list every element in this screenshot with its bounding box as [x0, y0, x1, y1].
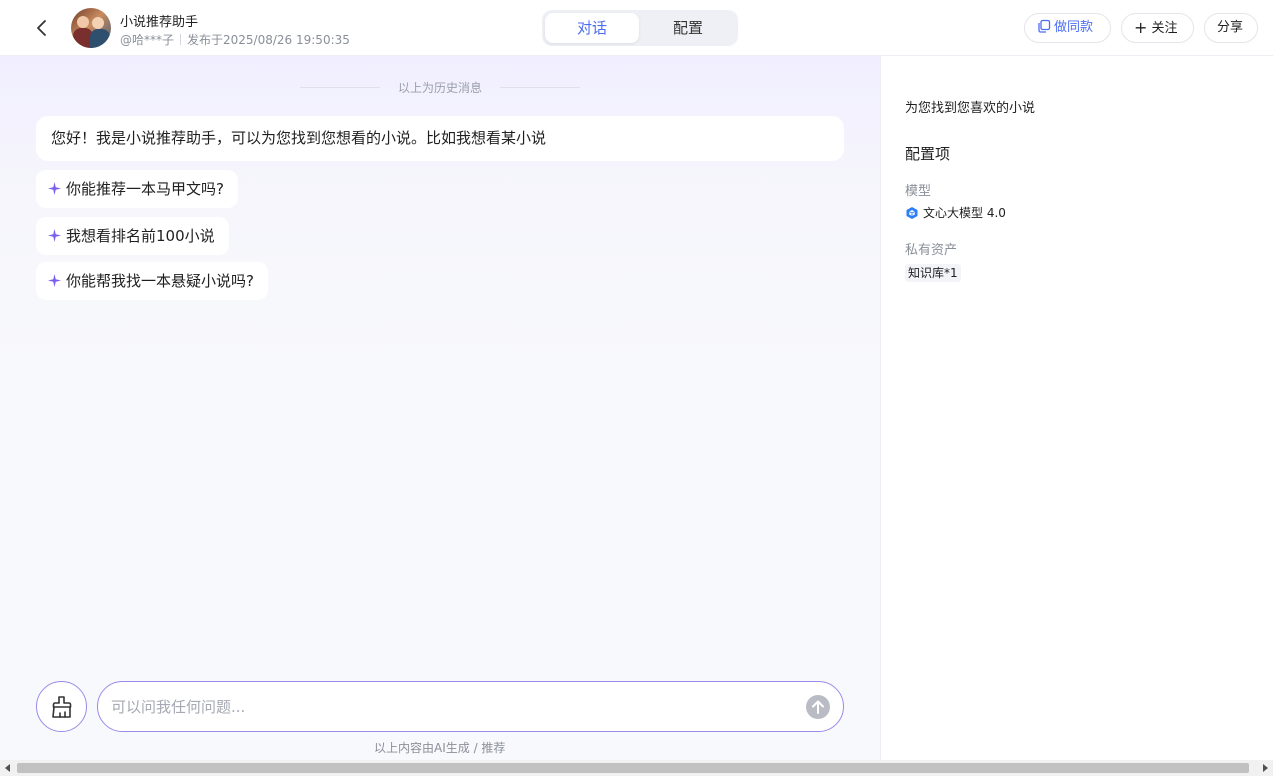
make-same-label: 做同款 — [1054, 20, 1094, 35]
model-value: 文心大模型 4.0 — [905, 204, 1006, 221]
history-divider-label: 以上为历史消息 — [398, 81, 483, 95]
mode-switch: 对话 配置 — [542, 10, 738, 46]
author-handle: @哈***子 — [120, 33, 175, 47]
bot-meta: @哈***子 发布于2025/08/26 19:50:35 — [120, 31, 350, 48]
suggestion-chip[interactable]: 你能帮我找一本悬疑小说吗? — [36, 262, 268, 300]
knowledge-base-tag[interactable]: 知识库*1 — [905, 264, 961, 282]
copy-icon — [1037, 16, 1051, 33]
back-arrow-icon[interactable] — [30, 16, 54, 40]
bot-avatar — [71, 8, 111, 48]
assets-label: 私有资产 — [905, 243, 958, 258]
scroll-right-arrow-icon[interactable] — [1263, 764, 1268, 772]
suggestion-chip[interactable]: 我想看排名前100小说 — [36, 217, 229, 255]
suggestion-text: 你能帮我找一本悬疑小说吗? — [66, 272, 254, 290]
tab-config[interactable]: 配置 — [641, 13, 735, 43]
message-input[interactable] — [111, 682, 801, 731]
model-cube-icon — [905, 206, 919, 220]
publish-time: 发布于2025/08/26 19:50:35 — [187, 33, 350, 47]
arrow-up-icon — [812, 700, 824, 714]
history-divider-line — [500, 87, 580, 88]
make-same-button[interactable]: 做同款 — [1024, 13, 1111, 43]
model-label: 模型 — [905, 184, 932, 199]
plus-icon: + — [1134, 18, 1148, 37]
history-divider-line — [300, 87, 380, 88]
tab-chat[interactable]: 对话 — [545, 13, 639, 43]
scroll-left-arrow-icon[interactable] — [5, 764, 10, 772]
greeting-message: 您好！我是小说推荐助手，可以为您找到您想看的小说。比如我想看某小说 — [36, 116, 844, 161]
suggestion-text: 我想看排名前100小说 — [66, 227, 215, 245]
config-title: 配置项 — [905, 145, 951, 163]
top-header: 小说推荐助手 @哈***子 发布于2025/08/26 19:50:35 对话 配… — [0, 0, 1273, 56]
bot-name: 小说推荐助手 — [120, 15, 199, 30]
config-panel: 为您找到您喜欢的小说 配置项 模型 文心大模型 4.0 私有资产 知识库*1 — [881, 56, 1273, 760]
sparkle-icon — [48, 274, 61, 287]
model-name: 文心大模型 4.0 — [923, 206, 1006, 220]
scrollbar-thumb[interactable] — [17, 763, 1249, 773]
suggestion-text: 你能推荐一本马甲文吗? — [66, 180, 224, 198]
horizontal-scrollbar[interactable] — [0, 760, 1273, 776]
follow-button[interactable]: + 关注 — [1121, 13, 1194, 43]
bot-description: 为您找到您喜欢的小说 — [905, 101, 1036, 116]
meta-separator — [180, 34, 182, 45]
ai-disclaimer: 以上内容由AI生成 / 推荐 — [374, 741, 506, 755]
sparkle-icon — [48, 229, 61, 242]
share-button[interactable]: 分享 — [1204, 13, 1258, 43]
chat-area: 以上为历史消息 您好！我是小说推荐助手，可以为您找到您想看的小说。比如我想看某小… — [0, 56, 880, 760]
message-input-box — [97, 681, 844, 732]
broom-icon — [52, 696, 72, 718]
clear-context-button[interactable] — [36, 681, 87, 732]
suggestion-chip[interactable]: 你能推荐一本马甲文吗? — [36, 170, 238, 208]
follow-label: 关注 — [1151, 21, 1178, 36]
send-button[interactable] — [806, 695, 830, 719]
sparkle-icon — [48, 182, 61, 195]
